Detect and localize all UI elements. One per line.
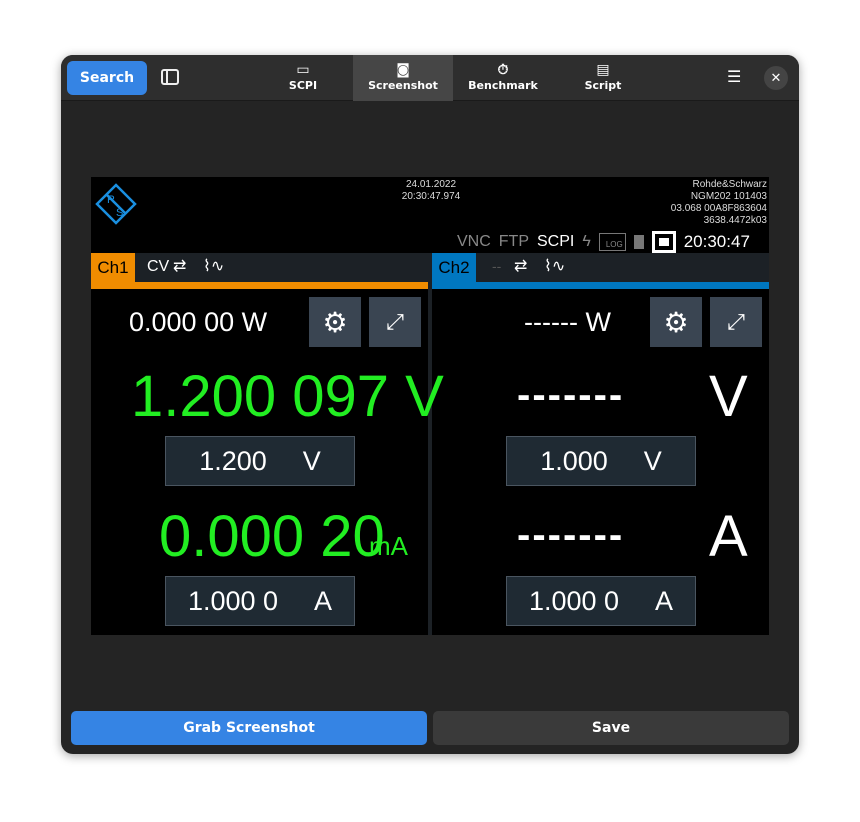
output-arrows-icon: ⇄ [173, 258, 187, 275]
save-button[interactable]: Save [433, 711, 789, 745]
lightning-icon: ϟ [582, 233, 591, 250]
terminal-icon: ▭ [296, 62, 310, 78]
ch2-settings-gear-icon[interactable]: ⚙ [650, 297, 702, 347]
ch2-current-setpoint[interactable]: 1.000 0 A [506, 576, 696, 626]
part-number-text: 3638.4472k03 [703, 215, 767, 226]
tab-label: Screenshot [368, 79, 438, 92]
ch2-mode: -- [492, 258, 502, 274]
ch2-voltage-reading: ------- [517, 373, 625, 417]
svg-text:S: S [116, 207, 123, 219]
sidebar-toggle-icon[interactable] [161, 69, 179, 85]
ch1-voltage-reading: 1.200 097 V [131, 364, 444, 429]
log-icon: LOG [598, 233, 626, 251]
ch2-current-reading: ------- [517, 513, 625, 557]
instrument-screenshot: RS 24.01.2022 20:30:47.974 Rohde&Schwarz… [91, 177, 769, 635]
waveform-icon: ⌇∿ [203, 258, 225, 275]
time-text: 20:30:47.974 [401, 191, 461, 202]
firmware-text: 03.068 00A8F863604 [670, 203, 767, 214]
scpi-status: SCPI [537, 233, 575, 250]
ftp-status: FTP [498, 233, 529, 250]
date-text: 24.01.2022 [405, 179, 457, 190]
usb-icon [633, 235, 644, 249]
tab-benchmark[interactable]: ⏱ Benchmark [453, 55, 553, 101]
ch1-mode: CV [147, 258, 170, 275]
vnc-status: VNC [457, 233, 491, 250]
app-window: Search ▭ SCPI ◙ Screenshot ⏱ Benchmark ▤ Scr… [61, 55, 799, 754]
vendor-text: Rohde&Schwarz [692, 179, 767, 190]
ch1-current-reading: 0.000 20 [159, 504, 385, 569]
channel-divider [428, 253, 432, 635]
ch2-expand-icon[interactable]: ⤢ [710, 297, 762, 347]
unit: V [643, 445, 662, 476]
unit: A [314, 585, 333, 616]
ethernet-icon [651, 231, 676, 253]
tab-label: Benchmark [468, 79, 538, 92]
ch1-voltage-setpoint[interactable]: 1.200 V [165, 436, 355, 486]
ch1-tab-row: Ch1 CV ⇄ ⌇∿ [91, 253, 428, 289]
ch1-expand-icon[interactable]: ⤢ [369, 297, 421, 347]
value: 1.000 0 [187, 585, 279, 616]
ch1-settings-gear-icon[interactable]: ⚙ [309, 297, 361, 347]
clipboard-icon: ▤ [596, 62, 610, 78]
value: 1.000 0 [528, 585, 620, 616]
hamburger-menu-icon[interactable]: ☰ [727, 67, 741, 86]
tab-label: SCPI [288, 79, 318, 92]
camera-icon: ◙ [396, 62, 410, 78]
value: 1.200 [199, 445, 267, 476]
ch1-current-unit: mA [369, 531, 408, 561]
rohde-schwarz-logo: RS [95, 183, 137, 225]
model-text: NGM202 101403 [690, 191, 767, 202]
waveform-icon: ⌇∿ [544, 258, 566, 275]
grab-screenshot-button[interactable]: Grab Screenshot [71, 711, 427, 745]
ch2-label[interactable]: Ch2 [432, 253, 476, 282]
ch2-voltage-unit: V [709, 364, 748, 429]
ch1-current-setpoint[interactable]: 1.000 0 A [165, 576, 355, 626]
tab-script[interactable]: ▤ Script [553, 55, 653, 101]
close-button[interactable]: ✕ [764, 66, 788, 90]
tab-label: Script [584, 79, 622, 92]
output-arrows-icon: ⇄ [514, 258, 528, 275]
ch2-power: ------ W [524, 307, 611, 337]
value: 1.000 [540, 445, 608, 476]
tab-scpi[interactable]: ▭ SCPI [253, 55, 353, 101]
svg-text:R: R [107, 194, 115, 206]
ch2-tab-row: Ch2 -- ⇄ ⌇∿ [432, 253, 769, 289]
ch2-voltage-setpoint[interactable]: 1.000 V [506, 436, 696, 486]
unit: A [655, 585, 674, 616]
clock-text: 20:30:47 [683, 232, 750, 251]
unit: V [302, 445, 321, 476]
search-button[interactable]: Search [67, 61, 147, 95]
stopwatch-icon: ⏱ [497, 62, 509, 78]
ch2-current-unit: A [709, 504, 748, 569]
tab-screenshot[interactable]: ◙ Screenshot [353, 55, 453, 101]
ch1-label[interactable]: Ch1 [91, 253, 135, 282]
ch1-power: 0.000 00 W [129, 307, 268, 337]
header-bar: Search ▭ SCPI ◙ Screenshot ⏱ Benchmark ▤ Scr… [61, 55, 799, 101]
